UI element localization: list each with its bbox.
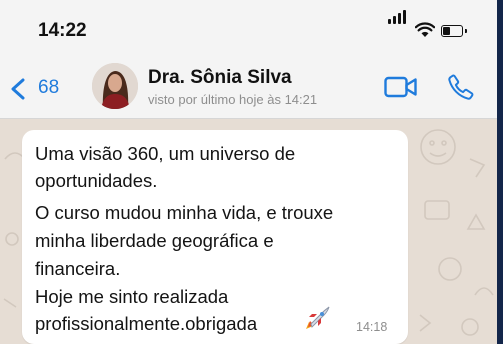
- rocket-emoji: [306, 306, 330, 329]
- battery-icon: [441, 25, 467, 37]
- message-line: minha liberdade geográfica e: [35, 230, 274, 251]
- avatar[interactable]: [92, 63, 138, 109]
- message-line: profissionalmente.obrigada: [35, 313, 258, 334]
- phone-call-icon[interactable]: [447, 73, 475, 101]
- unread-count: 68: [38, 77, 60, 98]
- message-line: financeira.: [35, 258, 121, 279]
- message-line: oportunidades.: [35, 170, 158, 191]
- chevron-left-icon: [11, 78, 25, 100]
- chat-screen: 14:22 68 Dra. Sônia Silva visto por últi…: [0, 0, 497, 344]
- video-call-icon[interactable]: [384, 76, 418, 98]
- contact-name[interactable]: Dra. Sônia Silva: [148, 67, 292, 89]
- message-line: O curso mudou minha vida, e trouxe: [35, 202, 334, 223]
- device-frame-edge: [497, 0, 503, 344]
- message-time: 14:18: [356, 320, 388, 334]
- message-line: Uma visão 360, um universo de: [35, 143, 296, 164]
- message-line: Hoje me sinto realizada: [35, 286, 229, 307]
- chat-header: 14:22 68 Dra. Sônia Silva visto por últi…: [0, 0, 497, 119]
- wifi-icon: [415, 22, 435, 37]
- status-time: 14:22: [38, 20, 87, 41]
- status-icons: [388, 10, 468, 42]
- last-seen-status: visto por último hoje às 14:21: [148, 92, 318, 107]
